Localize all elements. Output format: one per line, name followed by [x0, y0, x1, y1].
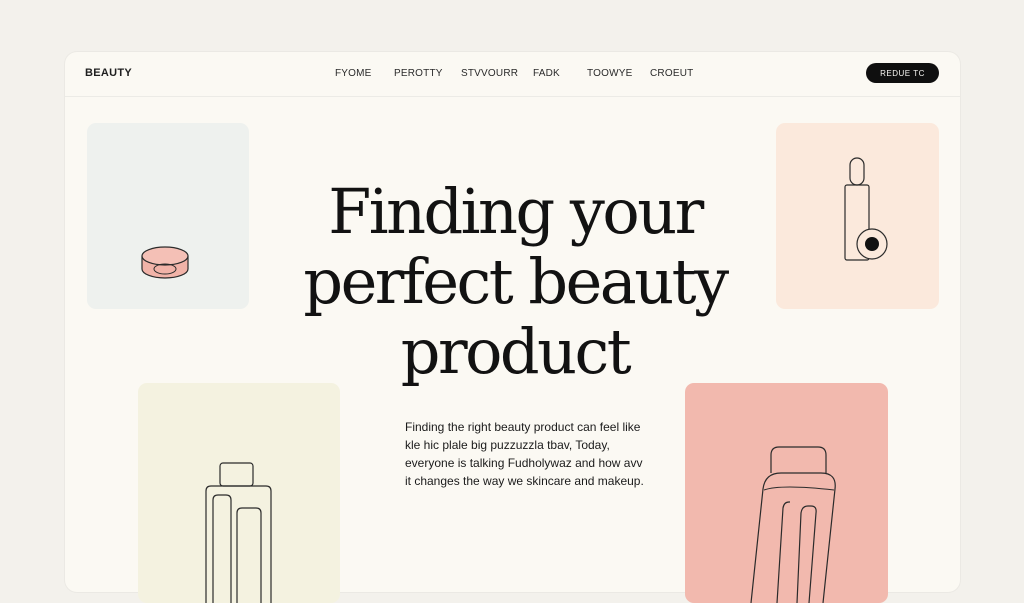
cream-tube-icon — [750, 446, 836, 603]
brand-logo[interactable]: BEAUTY — [85, 67, 132, 79]
cta-button[interactable]: REDUE TC — [866, 63, 939, 83]
card-bottle — [138, 383, 340, 603]
nav-item-favourites[interactable]: STVVOURR — [461, 68, 518, 79]
card-dropper — [776, 123, 939, 309]
card-tube — [685, 383, 888, 603]
top-nav: BEAUTY FYOME PEROTTY STVVOURR FADK TOOWY… — [65, 52, 960, 97]
nav-item-reviews[interactable]: TOOWYE — [587, 68, 632, 79]
hero-body: Finding the right beauty product can fee… — [405, 420, 644, 488]
nav-item-home[interactable]: FYOME — [335, 68, 372, 79]
hero-title: Finding your perfect beauty product — [303, 175, 729, 388]
compact-powder-icon — [141, 246, 189, 279]
nav-item-faq[interactable]: FADK — [533, 68, 560, 79]
card-compact — [87, 123, 249, 309]
page-frame: BEAUTY FYOME PEROTTY STVVOURR FADK TOOWY… — [65, 52, 960, 603]
nav-item-contact[interactable]: CROEUT — [650, 68, 693, 79]
dropper-bottle-icon — [844, 157, 888, 261]
tall-bottle-icon — [205, 462, 272, 603]
nav-item-products[interactable]: PEROTTY — [394, 68, 443, 79]
